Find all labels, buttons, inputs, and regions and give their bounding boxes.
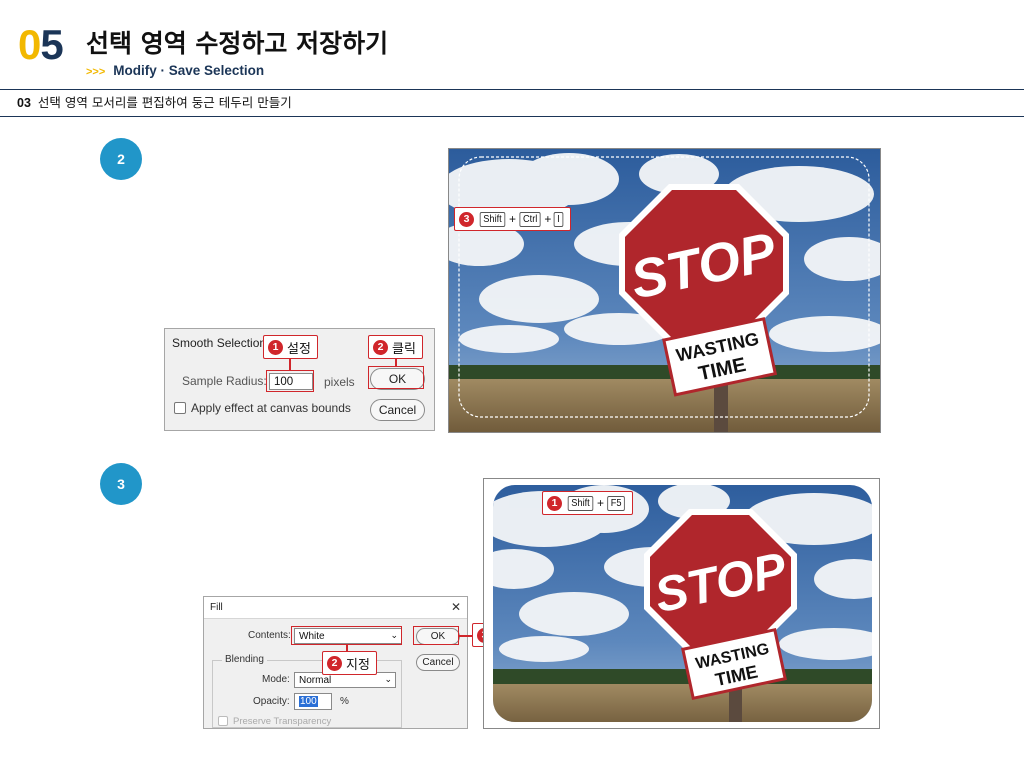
preserve-transparency-checkbox[interactable] <box>218 716 228 726</box>
fill-titlebar <box>204 597 467 619</box>
dialog-title: Fill <box>210 602 223 613</box>
key-plus: + <box>597 496 605 510</box>
photo-artwork: STOP WASTING TIME <box>493 485 872 722</box>
callout-line <box>459 635 473 637</box>
step-2-badge: 2 <box>100 138 142 180</box>
opacity-value: 100 <box>299 696 318 707</box>
cancel-button[interactable]: Cancel <box>370 399 425 421</box>
ok-highlight <box>368 366 424 389</box>
callout-number: 2 <box>373 339 388 355</box>
radius-unit-label: pixels <box>324 375 355 389</box>
close-icon[interactable]: ✕ <box>451 600 461 614</box>
section-heading: 03 선택 영역 모서리를 편집하여 둥근 테두리 만들기 <box>17 94 292 112</box>
fill-ok-highlight <box>413 626 459 645</box>
cancel-button[interactable]: Cancel <box>416 654 460 671</box>
key-i: I <box>554 211 564 227</box>
mode-label: Mode: <box>262 674 290 685</box>
dialog-title: Smooth Selection <box>172 336 267 350</box>
callout-set-contents: 2 지정 <box>322 651 377 675</box>
opacity-label: Opacity: <box>253 696 290 707</box>
canvas-bounds-checkbox[interactable] <box>174 402 186 414</box>
opacity-input[interactable]: 100 <box>294 693 332 710</box>
chapter-number: 05 <box>18 21 64 68</box>
callout-number: 1 <box>547 495 562 511</box>
subtitle-text: Modify · Save Selection <box>113 63 265 78</box>
opacity-unit: % <box>340 696 349 707</box>
contents-highlight <box>291 626 402 645</box>
subtitle-arrows: >>> <box>86 66 106 78</box>
sample-radius-label: Sample Radius: <box>182 374 267 388</box>
section-number: 03 <box>17 96 31 110</box>
key-shift: Shift <box>567 495 594 511</box>
canvas-bounds-label: Apply effect at canvas bounds <box>191 401 351 415</box>
section-bar: 03 선택 영역 모서리를 편집하여 둥근 테두리 만들기 <box>0 89 1024 117</box>
blending-legend: Blending <box>222 654 267 665</box>
callout-number: 3 <box>459 211 474 227</box>
rounded-photo-result: STOP WASTING TIME <box>483 478 880 729</box>
callout-text: 설정 <box>287 341 311 357</box>
preserve-transparency-label: Preserve Transparency <box>233 716 332 727</box>
callout-click-ok: 2 클릭 <box>368 335 423 359</box>
callout-line <box>395 358 397 366</box>
key-plus: + <box>509 212 517 226</box>
callout-shortcut-fill: 1 Shift + F5 <box>542 491 634 515</box>
step-3-badge: 3 <box>100 463 142 505</box>
key-ctrl: Ctrl <box>519 211 541 227</box>
radius-highlight <box>266 370 314 392</box>
key-f5: F5 <box>607 495 626 511</box>
callout-shortcut-inverse: 3 Shift + Ctrl + I <box>454 207 572 231</box>
section-title: 선택 영역 모서리를 편집하여 둥근 테두리 만들기 <box>37 95 292 110</box>
chapter-title: 선택 영역 수정하고 저장하기 <box>86 29 389 58</box>
stop-sign-photo: STOP WASTING TIME <box>448 148 881 433</box>
photo-artwork: STOP WASTING TIME <box>449 149 880 432</box>
chevron-down-icon: ⌄ <box>384 674 392 684</box>
callout-number: 1 <box>268 339 283 355</box>
callout-line <box>289 358 291 370</box>
key-plus: + <box>544 212 552 226</box>
chapter-subtitle: >>> Modify · Save Selection <box>86 62 264 81</box>
callout-text: 클릭 <box>392 341 416 357</box>
callout-number: 2 <box>327 655 342 671</box>
contents-label: Contents: <box>248 630 291 641</box>
callout-set-radius: 1 설정 <box>263 335 318 359</box>
key-shift: Shift <box>479 211 506 227</box>
mode-value: Normal <box>299 674 332 686</box>
callout-text: 지정 <box>346 657 370 673</box>
